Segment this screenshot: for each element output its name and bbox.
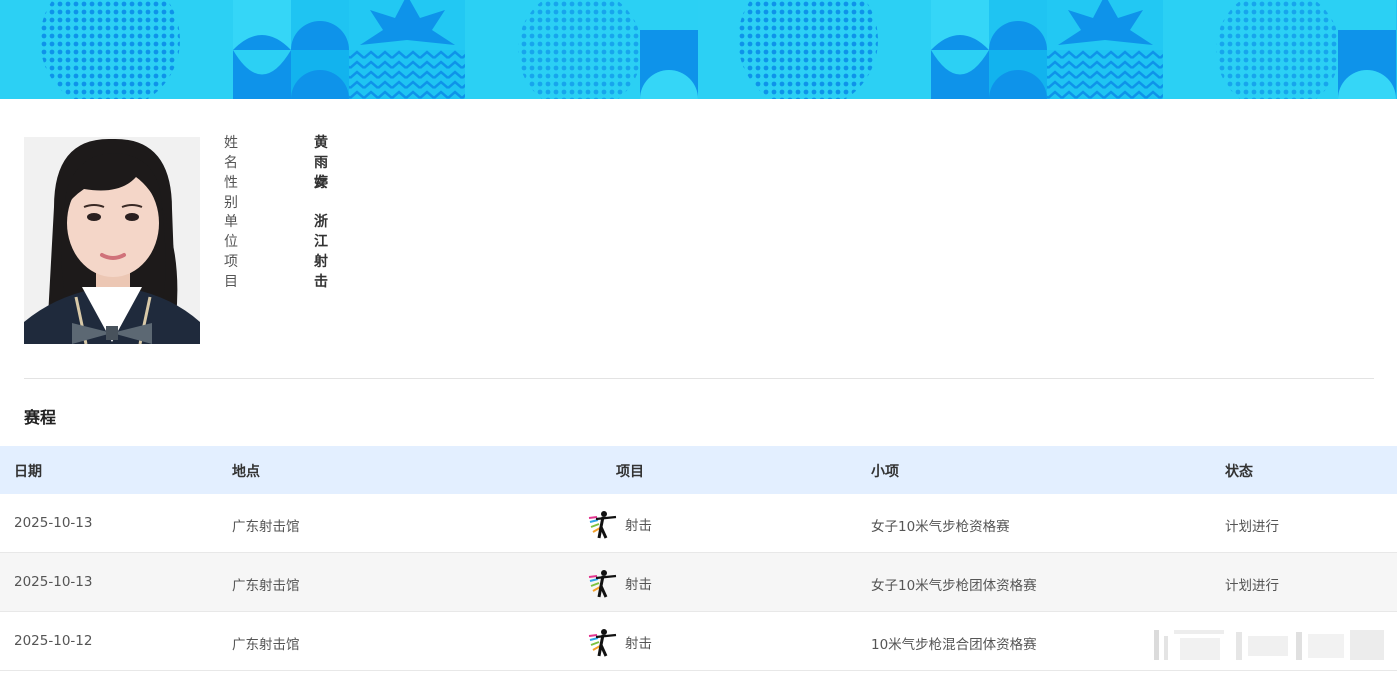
shooting-pictogram-icon — [588, 511, 617, 539]
info-value-unit: 浙江 — [314, 214, 328, 250]
row-date: 2025-10-13 — [14, 574, 93, 590]
sport-label: 射击 — [625, 636, 652, 652]
table-row[interactable]: 2025-10-13 广东射击馆 射击 女子10米气步枪团体资格赛 计划进行 — [0, 553, 1397, 612]
info-label: 单位 — [224, 214, 238, 250]
row-sport: 射击 — [587, 626, 652, 658]
shooting-pictogram-icon — [588, 629, 617, 657]
column-header-date: 日期 — [14, 464, 42, 480]
info-value-sport: 射击 — [314, 253, 328, 290]
row-sport: 射击 — [587, 508, 652, 540]
shooting-pictogram-icon — [588, 570, 617, 598]
row-venue: 广东射击馆 — [232, 637, 300, 653]
table-header: 日期 地点 项目 小项 状态 — [0, 446, 1397, 494]
row-event: 女子10米气步枪资格赛 — [871, 519, 1010, 535]
column-header-status: 状态 — [1225, 464, 1253, 480]
row-status: 计划进行 — [1225, 578, 1279, 594]
row-status: 计划进行 — [1225, 519, 1279, 535]
athlete-photo — [24, 137, 200, 344]
row-venue: 广东射击馆 — [232, 578, 300, 594]
info-value-gender: 女 — [314, 174, 328, 191]
column-header-sport: 项目 — [616, 464, 644, 480]
column-header-event: 小项 — [871, 464, 899, 480]
row-venue: 广东射击馆 — [232, 519, 300, 535]
watermark-logo — [1154, 630, 1384, 660]
row-event: 女子10米气步枪团体资格赛 — [871, 578, 1037, 594]
row-date: 2025-10-12 — [14, 633, 93, 649]
sport-label: 射击 — [625, 577, 652, 593]
sport-label: 射击 — [625, 518, 652, 534]
section-divider — [24, 378, 1374, 379]
row-date: 2025-10-13 — [14, 515, 93, 531]
table-row[interactable]: 2025-10-13 广东射击馆 射击 女子10米气步枪资格赛 计划进行 — [0, 494, 1397, 553]
row-sport: 射击 — [587, 567, 652, 599]
info-label: 项目 — [224, 253, 238, 290]
schedule-title: 赛程 — [24, 408, 57, 427]
column-header-venue: 地点 — [232, 464, 260, 480]
row-event: 10米气步枪混合团体资格赛 — [871, 637, 1037, 653]
info-label: 姓名 — [224, 135, 238, 171]
header-banner — [0, 0, 1397, 99]
info-label: 性别 — [224, 174, 238, 211]
